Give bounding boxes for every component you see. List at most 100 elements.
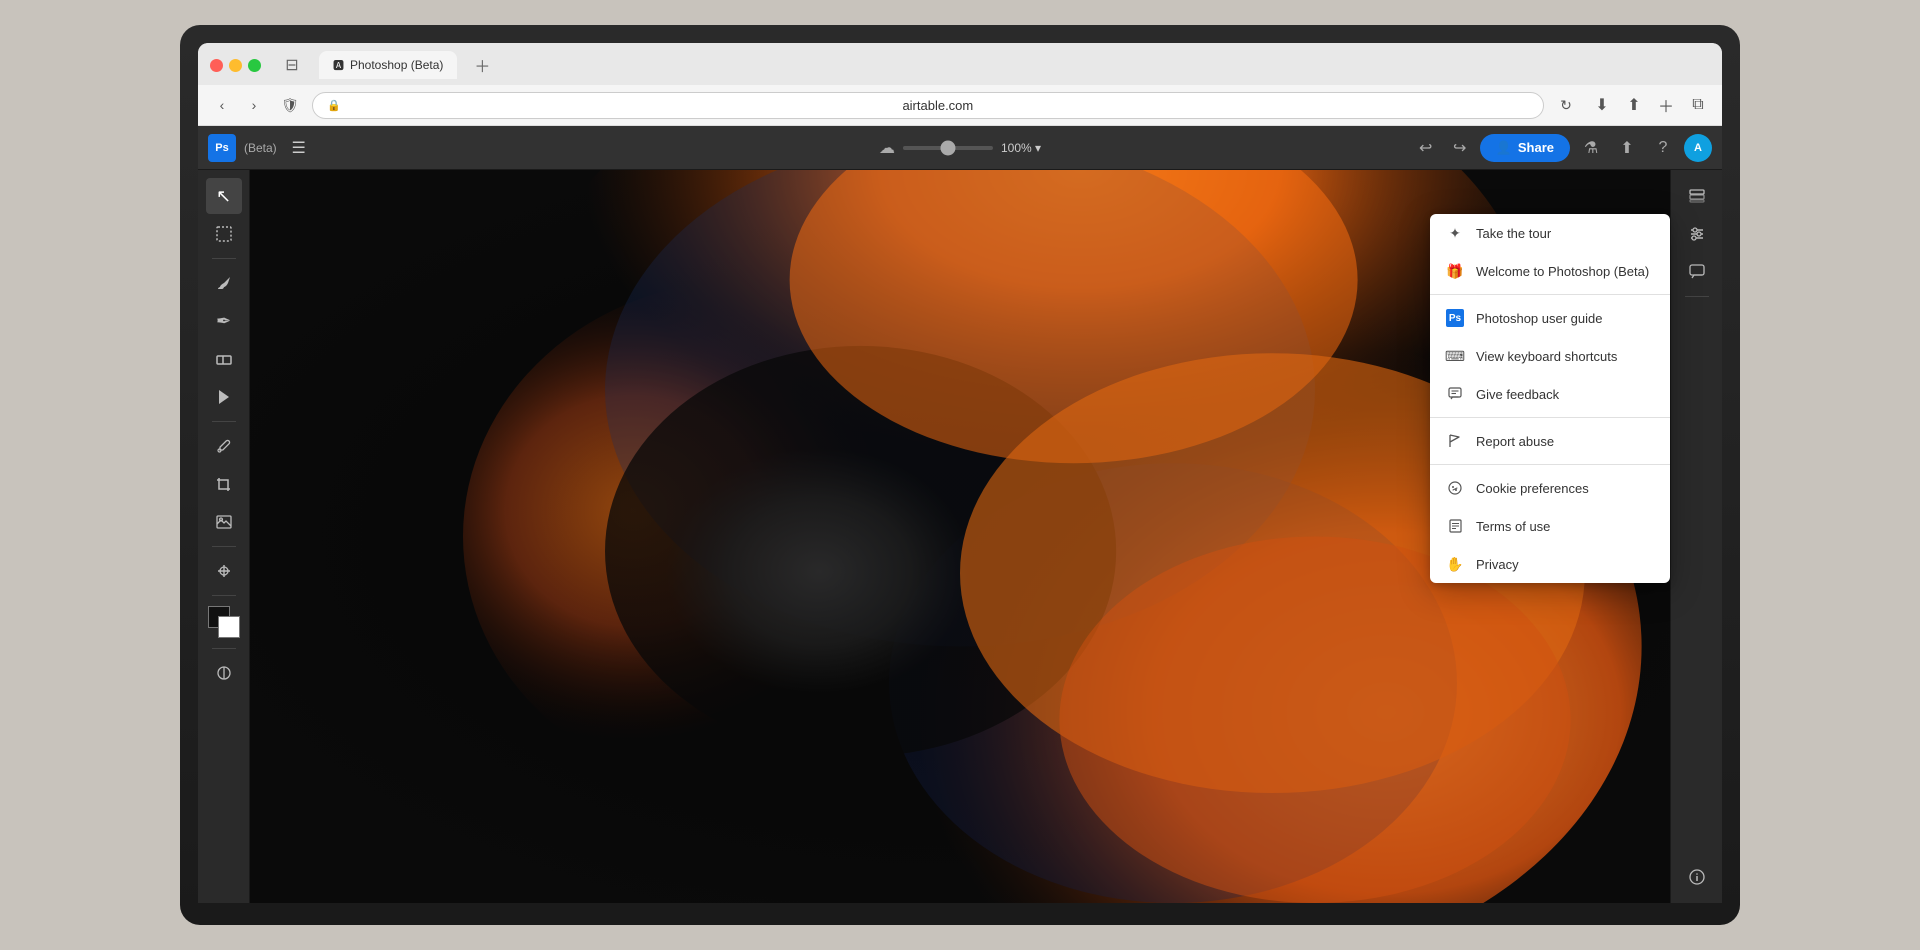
undo-button[interactable]: ↩	[1412, 134, 1440, 162]
user-guide-item[interactable]: Ps Photoshop user guide	[1430, 299, 1670, 337]
divider-3	[1430, 464, 1670, 465]
privacy-icon: ✋	[1446, 555, 1464, 573]
tool-separator-1	[212, 258, 236, 259]
terms-item[interactable]: Terms of use	[1430, 507, 1670, 545]
url-bar[interactable]: 🔒 airtable.com	[312, 92, 1544, 119]
redo-button[interactable]: ↪	[1446, 134, 1474, 162]
eraser-tool-button[interactable]	[206, 341, 242, 377]
download-icon[interactable]: ⬇	[1588, 91, 1616, 119]
cookie-icon	[1446, 479, 1464, 497]
left-toolbar: ↖ ✒	[198, 170, 250, 903]
color-swatch[interactable]	[208, 606, 240, 638]
minimize-window-button[interactable]	[229, 59, 242, 72]
feedback-icon	[1446, 385, 1464, 403]
pencil-tool-button[interactable]: ✒	[206, 303, 242, 339]
dropper2-tool-button[interactable]	[206, 553, 242, 589]
export-icon[interactable]: ⬆	[1612, 133, 1642, 163]
brush-tool-button[interactable]	[206, 265, 242, 301]
shield-icon: 🛡	[276, 91, 304, 119]
terms-label: Terms of use	[1476, 519, 1550, 534]
welcome-item[interactable]: 🎁 Welcome to Photoshop (Beta)	[1430, 252, 1670, 290]
menu-button[interactable]: ☰	[285, 134, 313, 162]
browser-window: ⊟ 🅰 Photoshop (Beta) ＋ ‹ › 🛡 🔒 airtable.…	[198, 43, 1722, 903]
help-button[interactable]: ?	[1648, 133, 1678, 163]
beta-label: (Beta)	[244, 141, 277, 155]
nav-buttons: ‹ ›	[208, 91, 268, 119]
keyboard-shortcuts-item[interactable]: ⌨ View keyboard shortcuts	[1430, 337, 1670, 375]
tool-separator-5	[212, 648, 236, 649]
user-avatar[interactable]: A	[1684, 134, 1712, 162]
browser-actions: ⬇ ⬆ ＋ ⧉	[1588, 91, 1712, 119]
cloud-icon: ☁	[879, 138, 895, 158]
reload-button[interactable]: ↻	[1552, 91, 1580, 119]
background-color[interactable]	[218, 616, 240, 638]
new-tab-button[interactable]: ＋	[469, 52, 495, 78]
keyboard-shortcuts-label: View keyboard shortcuts	[1476, 349, 1617, 364]
browser-chrome: ⊟ 🅰 Photoshop (Beta) ＋	[198, 43, 1722, 85]
tabs-button[interactable]: ⧉	[1684, 91, 1712, 119]
photoshop-app: Ps (Beta) ☰ ☁ 100% ▾ ↩ ↪ 👤	[198, 126, 1722, 903]
right-separator-1	[1685, 296, 1709, 297]
cookie-prefs-item[interactable]: Cookie preferences	[1430, 469, 1670, 507]
app-toolbar: Ps (Beta) ☰ ☁ 100% ▾ ↩ ↪ 👤	[198, 126, 1722, 170]
zoom-dropdown[interactable]: 100% ▾	[1001, 141, 1041, 155]
user-guide-icon: Ps	[1446, 309, 1464, 327]
share-button[interactable]: 👤 Share	[1480, 134, 1570, 162]
take-tour-item[interactable]: ✦ Take the tour	[1430, 214, 1670, 252]
share-page-button[interactable]: ⬆	[1620, 91, 1648, 119]
zoom-slider[interactable]	[903, 146, 993, 150]
welcome-label: Welcome to Photoshop (Beta)	[1476, 264, 1649, 279]
take-tour-label: Take the tour	[1476, 226, 1551, 241]
sidebar-toggle-button[interactable]: ⊟	[279, 52, 305, 78]
crop-tool-button[interactable]	[206, 466, 242, 502]
traffic-lights	[210, 59, 261, 72]
browser-toolbar: ‹ › 🛡 🔒 airtable.com ↻ ⬇ ⬆ ＋ ⧉	[198, 85, 1722, 126]
divider-2	[1430, 417, 1670, 418]
new-tab-icon[interactable]: ＋	[1652, 91, 1680, 119]
main-content: ↖ ✒	[198, 170, 1722, 903]
laptop-frame: ⊟ 🅰 Photoshop (Beta) ＋ ‹ › 🛡 🔒 airtable.…	[180, 25, 1740, 925]
share-label: Share	[1518, 140, 1554, 155]
close-window-button[interactable]	[210, 59, 223, 72]
share-icon: 👤	[1496, 140, 1512, 156]
keyboard-icon: ⌨	[1446, 347, 1464, 365]
feedback-label: Give feedback	[1476, 387, 1559, 402]
tab-title: Photoshop (Beta)	[350, 58, 443, 72]
help-dropdown: ✦ Take the tour 🎁 Welcome to Photoshop (…	[1430, 214, 1670, 583]
maximize-window-button[interactable]	[248, 59, 261, 72]
adjustments-panel-button[interactable]	[1679, 216, 1715, 252]
comments-panel-button[interactable]	[1679, 254, 1715, 290]
select-tool-button[interactable]: ↖	[206, 178, 242, 214]
take-tour-icon: ✦	[1446, 224, 1464, 242]
layers-panel-button[interactable]	[1679, 178, 1715, 214]
privacy-label: Privacy	[1476, 557, 1519, 572]
forward-button[interactable]: ›	[240, 91, 268, 119]
tool-separator-4	[212, 595, 236, 596]
user-guide-label: Photoshop user guide	[1476, 311, 1602, 326]
toolbar-center-controls: ☁ 100% ▾	[879, 138, 1041, 158]
give-feedback-item[interactable]: Give feedback	[1430, 375, 1670, 413]
back-button[interactable]: ‹	[208, 91, 236, 119]
fill-tool-button[interactable]	[206, 379, 242, 415]
divider-1	[1430, 294, 1670, 295]
tab-favicon: 🅰	[333, 57, 344, 73]
info-panel-button[interactable]	[1679, 859, 1715, 895]
beaker-icon[interactable]: ⚗	[1576, 133, 1606, 163]
right-toolbar	[1670, 170, 1722, 903]
marquee-tool-button[interactable]	[206, 216, 242, 252]
cookie-prefs-label: Cookie preferences	[1476, 481, 1589, 496]
image-tool-button[interactable]	[206, 504, 242, 540]
ps-logo: Ps	[208, 134, 236, 162]
eyedropper-tool-button[interactable]	[206, 428, 242, 464]
tool-separator-3	[212, 546, 236, 547]
report-icon	[1446, 432, 1464, 450]
report-abuse-item[interactable]: Report abuse	[1430, 422, 1670, 460]
tool-separator-2	[212, 421, 236, 422]
active-tab[interactable]: 🅰 Photoshop (Beta)	[319, 51, 457, 79]
browser-tabs-bar: ⊟ 🅰 Photoshop (Beta) ＋	[210, 51, 1710, 79]
report-abuse-label: Report abuse	[1476, 434, 1554, 449]
quick-mask-button[interactable]	[206, 655, 242, 691]
toolbar-right: ↩ ↪ 👤 Share ⚗ ⬆ ? A	[1412, 133, 1712, 163]
privacy-item[interactable]: ✋ Privacy	[1430, 545, 1670, 583]
url-text: airtable.com	[347, 98, 1529, 113]
